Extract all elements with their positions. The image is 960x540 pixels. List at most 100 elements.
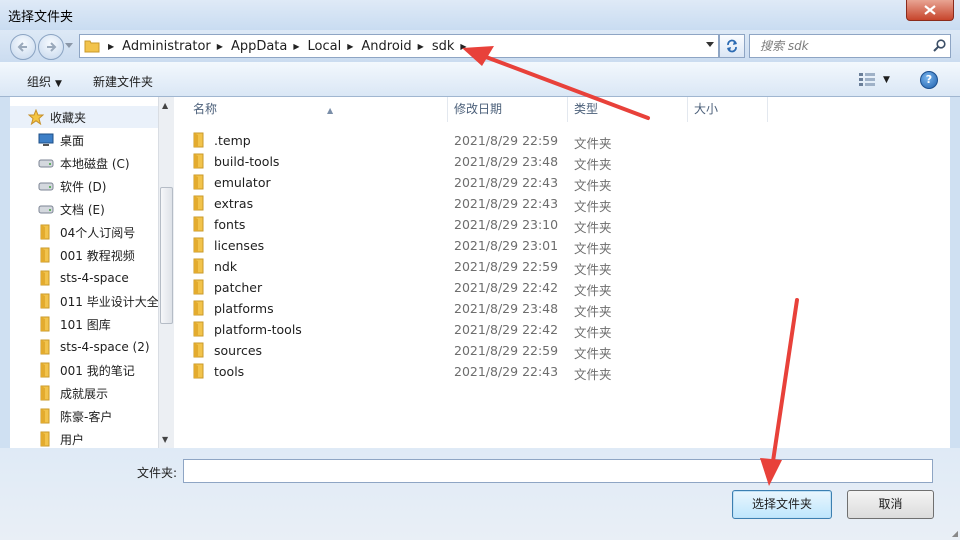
nav-item[interactable]: 软件 (D) bbox=[38, 175, 106, 197]
folder-icon bbox=[38, 362, 54, 378]
file-date: 2021/8/29 22:42 bbox=[454, 322, 559, 337]
folder-icon bbox=[192, 216, 206, 235]
nav-item[interactable]: 成就展示 bbox=[38, 382, 108, 404]
folder-icon bbox=[192, 321, 206, 340]
folder-icon bbox=[38, 293, 54, 309]
folder-icon bbox=[38, 339, 54, 355]
recent-pages-chevron-icon[interactable] bbox=[65, 43, 73, 49]
nav-item[interactable]: sts-4-space (2) bbox=[38, 336, 150, 358]
column-type[interactable]: 类型 bbox=[568, 97, 688, 122]
column-name[interactable]: 名称 ▲ bbox=[187, 97, 448, 122]
address-bar[interactable]: ▶ Administrator ▶ AppData ▶ Local ▶ Android… bbox=[79, 34, 719, 58]
folder-icon bbox=[192, 195, 206, 214]
file-type: 文件夹 bbox=[574, 157, 612, 172]
file-row[interactable]: patcher 2021/8/29 22:42 文件夹 bbox=[187, 277, 747, 298]
file-name: licenses bbox=[214, 238, 265, 253]
file-type: 文件夹 bbox=[574, 220, 612, 235]
back-button[interactable] bbox=[10, 34, 36, 60]
nav-item[interactable]: 001 教程视频 bbox=[38, 244, 135, 266]
scroll-thumb[interactable] bbox=[160, 187, 173, 324]
view-chevron-down-icon[interactable]: ▼ bbox=[883, 75, 890, 85]
nav-item[interactable]: sts-4-space bbox=[38, 267, 129, 289]
folder-name-input[interactable] bbox=[183, 459, 933, 483]
search-icon[interactable] bbox=[933, 39, 946, 52]
file-type: 文件夹 bbox=[574, 262, 612, 277]
breadcrumb-item[interactable]: Local ▶ bbox=[308, 39, 362, 54]
file-row[interactable]: sources 2021/8/29 22:59 文件夹 bbox=[187, 340, 747, 361]
cancel-button[interactable]: 取消 bbox=[847, 490, 934, 519]
file-date: 2021/8/29 23:48 bbox=[454, 301, 559, 316]
file-name: fonts bbox=[214, 217, 246, 232]
file-row[interactable]: ndk 2021/8/29 22:59 文件夹 bbox=[187, 256, 747, 277]
drive-icon bbox=[38, 155, 54, 171]
chevron-down-icon: ▼ bbox=[55, 79, 62, 89]
close-button[interactable] bbox=[906, 0, 954, 21]
file-type: 文件夹 bbox=[574, 367, 612, 382]
nav-item[interactable]: 011 毕业设计大全 bbox=[38, 290, 158, 312]
navigation-bar: ▶ Administrator ▶ AppData ▶ Local ▶ Android… bbox=[0, 30, 960, 62]
file-date: 2021/8/29 22:59 bbox=[454, 133, 559, 148]
file-name: ndk bbox=[214, 259, 238, 274]
breadcrumb-item[interactable]: AppData ▶ bbox=[231, 39, 308, 54]
file-row[interactable]: emulator 2021/8/29 22:43 文件夹 bbox=[187, 172, 747, 193]
file-row[interactable]: platforms 2021/8/29 23:48 文件夹 bbox=[187, 298, 747, 319]
file-row[interactable]: extras 2021/8/29 22:43 文件夹 bbox=[187, 193, 747, 214]
nav-item[interactable]: 桌面 bbox=[38, 129, 84, 151]
nav-item[interactable]: 文档 (E) bbox=[38, 198, 105, 220]
folder-icon bbox=[192, 153, 206, 172]
file-name: platforms bbox=[214, 301, 274, 316]
column-size[interactable]: 大小 bbox=[688, 97, 768, 122]
file-row[interactable]: fonts 2021/8/29 23:10 文件夹 bbox=[187, 214, 747, 235]
file-date: 2021/8/29 22:59 bbox=[454, 343, 559, 358]
search-box[interactable] bbox=[749, 34, 951, 58]
file-name: patcher bbox=[214, 280, 263, 295]
nav-item-label: 陈豪-客户 bbox=[60, 409, 113, 424]
sort-ascending-icon: ▲ bbox=[327, 106, 334, 115]
forward-button[interactable] bbox=[38, 34, 64, 60]
title-bar: 选择文件夹 bbox=[0, 0, 960, 30]
nav-favorites[interactable]: 收藏夹 bbox=[10, 106, 158, 128]
help-button[interactable]: ? bbox=[920, 71, 938, 89]
breadcrumb-item[interactable]: Android ▶ bbox=[361, 39, 431, 54]
scroll-up-icon[interactable]: ▲ bbox=[162, 101, 168, 110]
file-row[interactable]: tools 2021/8/29 22:43 文件夹 bbox=[187, 361, 747, 382]
file-row[interactable]: licenses 2021/8/29 23:01 文件夹 bbox=[187, 235, 747, 256]
folder-icon bbox=[192, 132, 206, 151]
new-folder-button[interactable]: 新建文件夹 bbox=[93, 73, 153, 90]
breadcrumb-item[interactable]: sdk ▶ bbox=[432, 39, 475, 54]
file-type: 文件夹 bbox=[574, 241, 612, 256]
file-row[interactable]: platform-tools 2021/8/29 22:42 文件夹 bbox=[187, 319, 747, 340]
select-folder-button[interactable]: 选择文件夹 bbox=[732, 490, 832, 519]
nav-item-label: 001 教程视频 bbox=[60, 248, 135, 263]
organize-menu[interactable]: 组织 ▼ bbox=[27, 73, 62, 90]
nav-item-label: 软件 (D) bbox=[60, 179, 107, 194]
file-row[interactable]: .temp 2021/8/29 22:59 文件夹 bbox=[187, 130, 747, 151]
view-options-icon[interactable] bbox=[858, 72, 876, 86]
address-history-chevron-icon[interactable] bbox=[706, 42, 714, 48]
folder-icon bbox=[192, 237, 206, 256]
nav-item-label: 001 我的笔记 bbox=[60, 363, 135, 378]
nav-item[interactable]: 001 我的笔记 bbox=[38, 359, 135, 381]
file-date: 2021/8/29 23:10 bbox=[454, 217, 559, 232]
breadcrumb-item[interactable]: Administrator ▶ bbox=[122, 39, 231, 54]
nav-scrollbar[interactable]: ▲ ▼ bbox=[158, 97, 174, 448]
nav-item[interactable]: 04个人订阅号 bbox=[38, 221, 135, 243]
file-type: 文件夹 bbox=[574, 199, 612, 214]
file-row[interactable]: build-tools 2021/8/29 23:48 文件夹 bbox=[187, 151, 747, 172]
folder-icon bbox=[192, 174, 206, 193]
folder-icon bbox=[38, 316, 54, 332]
column-date[interactable]: 修改日期 bbox=[448, 97, 568, 122]
folder-icon bbox=[192, 342, 206, 361]
nav-item[interactable]: 用户 bbox=[38, 428, 84, 448]
nav-item[interactable]: 本地磁盘 (C) bbox=[38, 152, 130, 174]
breadcrumb-separator[interactable]: ▶ bbox=[102, 42, 122, 51]
column-header: 名称 ▲ 修改日期 类型 大小 bbox=[174, 97, 950, 122]
search-input[interactable] bbox=[758, 35, 922, 57]
resize-grip-icon[interactable]: ◢ bbox=[952, 529, 958, 538]
scroll-down-icon[interactable]: ▼ bbox=[162, 435, 168, 444]
file-name: build-tools bbox=[214, 154, 280, 169]
refresh-button[interactable] bbox=[719, 34, 745, 58]
file-type: 文件夹 bbox=[574, 283, 612, 298]
nav-item[interactable]: 101 图库 bbox=[38, 313, 111, 335]
nav-item[interactable]: 陈豪-客户 bbox=[38, 405, 112, 427]
